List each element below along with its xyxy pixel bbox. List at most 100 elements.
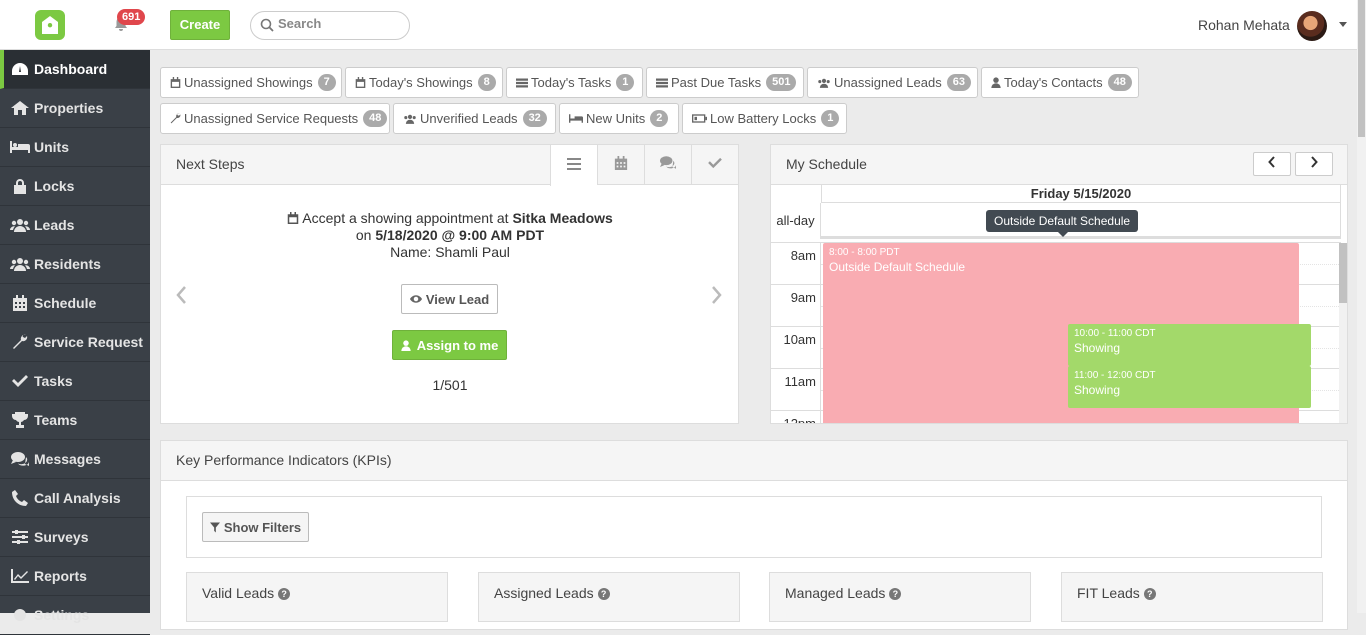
question-icon[interactable]: ? (1143, 588, 1156, 600)
pill-unassigned-leads[interactable]: Unassigned Leads 63 (807, 67, 978, 98)
sidebar-item-label: Teams (34, 412, 78, 428)
sidebar-item-dashboard[interactable]: Dashboard (0, 50, 150, 89)
sidebar-item-label: Service Request (34, 334, 143, 350)
assign-to-me-button[interactable]: Assign to me (392, 330, 507, 360)
question-icon[interactable]: ? (597, 588, 610, 600)
sidebar-item-leads[interactable]: Leads (0, 206, 150, 245)
sidebar-item-residents[interactable]: Residents (0, 245, 150, 284)
users-icon (10, 256, 30, 272)
tab-completed[interactable] (691, 145, 738, 185)
calendar-icon (170, 77, 181, 88)
sidebar-item-schedule[interactable]: Schedule (0, 284, 150, 323)
pill-count: 48 (1107, 74, 1132, 91)
search-box[interactable] (250, 11, 410, 40)
sidebar-item-label: Dashboard (34, 61, 108, 77)
pill-new-units[interactable]: New Units 2 (559, 103, 679, 134)
pill-label: Today's Tasks (531, 75, 612, 90)
pill-unassigned-service-requests[interactable]: Unassigned Service Requests 48 (160, 103, 390, 134)
calendar-icon (10, 295, 30, 311)
schedule-next-button[interactable] (1295, 152, 1333, 176)
event-name: Outside Default Schedule (829, 260, 966, 274)
page-scrollbar-thumb[interactable] (1358, 0, 1365, 137)
schedule-prev-button[interactable] (1253, 152, 1291, 176)
event-name: Showing (1074, 383, 1121, 397)
notification-badge[interactable]: 691 (117, 9, 146, 25)
tab-list[interactable] (550, 145, 597, 186)
next-steps-panel: Next Steps Accept a showing appointment … (160, 144, 739, 424)
next-steps-tabs (550, 145, 738, 186)
sidebar-item-label: Locks (34, 178, 75, 194)
app-logo[interactable] (35, 10, 65, 40)
event-name: Showing (1074, 341, 1121, 355)
kpi-card-assigned-leads: Assigned Leads? (478, 572, 740, 622)
question-icon[interactable]: ? (889, 588, 902, 600)
pill-past-due-tasks[interactable]: Past Due Tasks 501 (646, 67, 804, 98)
sidebar-item-reports[interactable]: Reports (0, 557, 150, 596)
kpi-card-fit-leads: FIT Leads? (1061, 572, 1323, 622)
phone-icon (10, 490, 30, 506)
gear-icon (10, 607, 30, 623)
tab-messages[interactable] (644, 145, 691, 185)
question-icon[interactable]: ? (278, 588, 291, 600)
pill-low-battery-locks[interactable]: Low Battery Locks 1 (682, 103, 847, 134)
hour-label: 8am (771, 243, 821, 285)
avatar[interactable] (1297, 11, 1327, 41)
sidebar-item-locks[interactable]: Locks (0, 167, 150, 206)
pill-todays-tasks[interactable]: Today's Tasks 1 (506, 67, 643, 98)
panel-title: Key Performance Indicators (KPIs) (161, 441, 1347, 481)
assign-label: Assign to me (416, 337, 499, 353)
wrench-icon (10, 334, 30, 350)
create-button[interactable]: Create (170, 10, 230, 40)
event-showing[interactable]: 10:00 - 11:00 CDT Showing (1068, 324, 1311, 366)
next-step-name: Name: Shamli Paul (390, 244, 510, 260)
tasks-icon (656, 78, 668, 88)
hour-label: 9am (771, 285, 821, 327)
sidebar-item-surveys[interactable]: Surveys (0, 518, 150, 557)
users-icon (817, 78, 831, 88)
pill-todays-showings[interactable]: Today's Showings 8 (345, 67, 503, 98)
sidebar-item-tasks[interactable]: Tasks (0, 362, 150, 401)
kpi-card-title: Valid Leads (202, 585, 275, 601)
show-filters-button[interactable]: Show Filters (202, 512, 309, 542)
tooltip: Outside Default Schedule (986, 210, 1139, 237)
sidebar-item-label: Leads (34, 217, 75, 233)
sidebar: Dashboard Properties Units Locks Leads R… (0, 50, 150, 635)
pill-count: 63 (946, 74, 971, 91)
user-name[interactable]: Rohan Mehata (1198, 17, 1290, 33)
pill-count: 1 (616, 74, 635, 91)
day-calendar: Friday 5/15/2020 all-day 8am 9am 10am 11… (771, 185, 1347, 423)
event-time: 11:00 - 12:00 CDT (1074, 370, 1156, 381)
pill-count: 32 (522, 110, 547, 127)
chevron-right-icon[interactable] (711, 285, 723, 305)
pill-todays-contacts[interactable]: Today's Contacts 48 (981, 67, 1139, 98)
pill-label: Unassigned Showings (184, 75, 313, 90)
pill-unassigned-showings[interactable]: Unassigned Showings 7 (160, 67, 342, 98)
chevron-right-icon (1310, 155, 1318, 173)
pill-count: 48 (363, 110, 388, 127)
event-showing[interactable]: 11:00 - 12:00 CDT Showing (1068, 366, 1311, 408)
search-input[interactable] (278, 16, 398, 31)
sidebar-item-properties[interactable]: Properties (0, 89, 150, 128)
sidebar-item-label: Schedule (34, 295, 97, 311)
sidebar-item-units[interactable]: Units (0, 128, 150, 167)
check-icon (10, 373, 30, 389)
sidebar-item-service-request[interactable]: Service Request (0, 323, 150, 362)
sidebar-item-teams[interactable]: Teams (0, 401, 150, 440)
dashboard-icon (10, 61, 30, 77)
kpi-card-title: FIT Leads (1077, 585, 1140, 601)
chevron-left-icon[interactable] (175, 285, 187, 305)
tab-calendar[interactable] (597, 145, 644, 185)
next-step-property: Sitka Meadows (512, 210, 613, 226)
calendar-scrollbar-thumb[interactable] (1339, 243, 1347, 303)
kpi-panel: Key Performance Indicators (KPIs) Show F… (160, 440, 1348, 630)
chevron-down-icon[interactable] (1339, 22, 1347, 27)
check-icon (708, 156, 722, 174)
sidebar-item-settings[interactable]: Settings (0, 596, 150, 635)
view-lead-button[interactable]: View Lead (401, 284, 498, 314)
next-step-action: Accept a showing appointment at (302, 210, 509, 226)
sidebar-item-call-analysis[interactable]: Call Analysis (0, 479, 150, 518)
sidebar-item-label: Messages (34, 451, 101, 467)
sidebar-item-messages[interactable]: Messages (0, 440, 150, 479)
pill-unverified-leads[interactable]: Unverified Leads 32 (393, 103, 556, 134)
next-steps-pager: 1/501 (432, 377, 468, 393)
